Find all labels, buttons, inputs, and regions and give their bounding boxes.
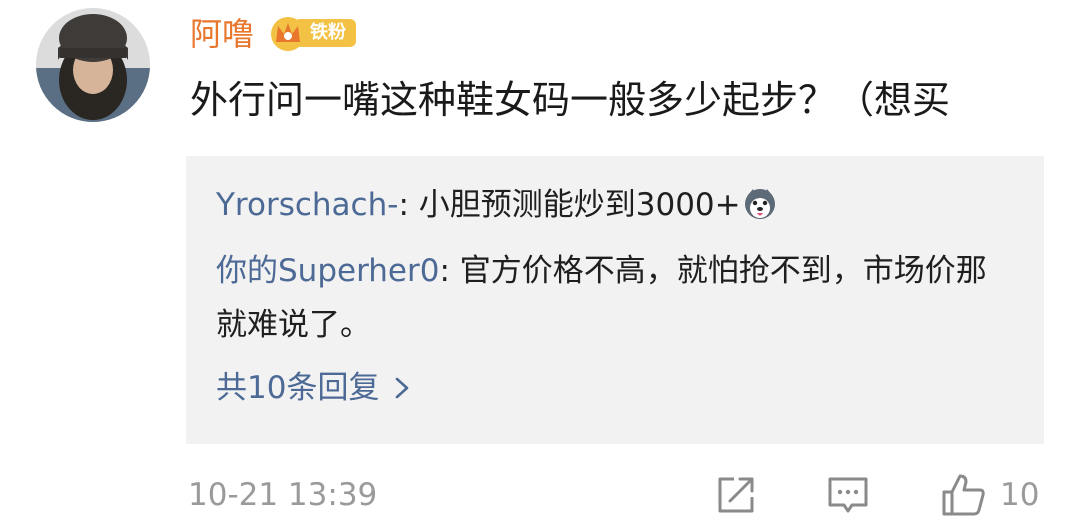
reply-item: 你的Superher0: 官方价格不高，就怕抢不到，市场价那就难说了。	[216, 244, 1016, 352]
reply-text: 小胆预测能炒到3000+	[418, 187, 741, 223]
crown-icon	[271, 17, 305, 51]
like-count: 10	[1000, 477, 1040, 513]
reply-author[interactable]: 你的Superher0	[216, 253, 439, 289]
more-replies-link[interactable]: 共10条回复	[216, 364, 411, 412]
reply-separator: :	[439, 253, 460, 289]
reply-separator: :	[398, 187, 419, 223]
fan-badge: 铁粉	[268, 14, 364, 52]
comment-text: 外行问一嘴这种鞋女码一般多少起步？（想买	[190, 78, 951, 122]
thumbs-up-icon	[942, 474, 985, 516]
share-icon	[718, 477, 754, 513]
chevron-right-icon	[396, 377, 409, 399]
reply-item: Yrorschach-: 小胆预测能炒到3000+	[216, 178, 777, 232]
more-replies-label: 共10条回复	[216, 370, 380, 406]
comment-icon	[828, 477, 868, 513]
timestamp: 10-21 13:39	[188, 477, 378, 513]
share-button[interactable]	[714, 470, 758, 520]
comment-button[interactable]	[826, 470, 870, 520]
husky-emoji-icon	[744, 189, 775, 219]
like-button[interactable]: 10	[940, 470, 1039, 520]
avatar[interactable]	[36, 8, 150, 122]
username[interactable]: 阿噜	[190, 14, 254, 54]
reply-thread: Yrorschach-: 小胆预测能炒到3000+ 你的Superher0: 官…	[186, 156, 1044, 444]
reply-author[interactable]: Yrorschach-	[216, 187, 398, 223]
